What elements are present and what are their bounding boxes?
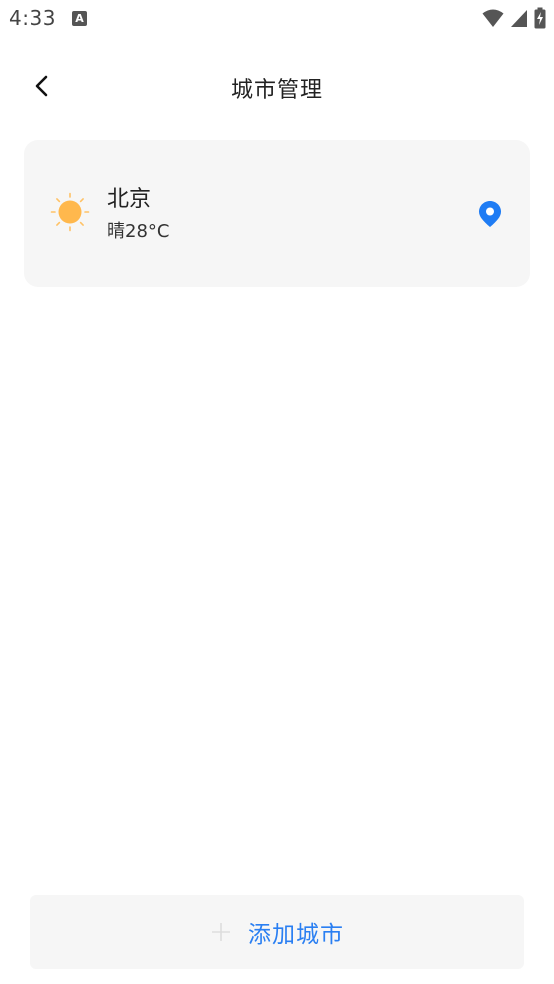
add-city-button[interactable]: 添加城市 [30, 895, 524, 969]
add-city-label: 添加城市 [248, 922, 344, 948]
plus-icon [212, 923, 230, 941]
notification-a-icon: A [72, 11, 87, 26]
city-management-screen: 4:33 A 城市管理 北京 晴28°C 添加城市 [0, 0, 554, 984]
wifi-icon [482, 9, 504, 27]
sun-icon [50, 192, 90, 232]
battery-charging-icon [534, 7, 546, 29]
status-bar: 4:33 A [0, 0, 554, 36]
cell-signal-icon [511, 10, 527, 27]
city-name: 北京 [107, 187, 152, 212]
status-time: 4:33 [9, 6, 56, 30]
status-indicators [482, 7, 546, 29]
city-card-beijing[interactable]: 北京 晴28°C [24, 140, 530, 287]
location-pin-icon [479, 201, 501, 227]
header: 城市管理 [0, 52, 554, 124]
city-weather: 晴28°C [107, 221, 170, 242]
page-title: 城市管理 [230, 78, 323, 103]
